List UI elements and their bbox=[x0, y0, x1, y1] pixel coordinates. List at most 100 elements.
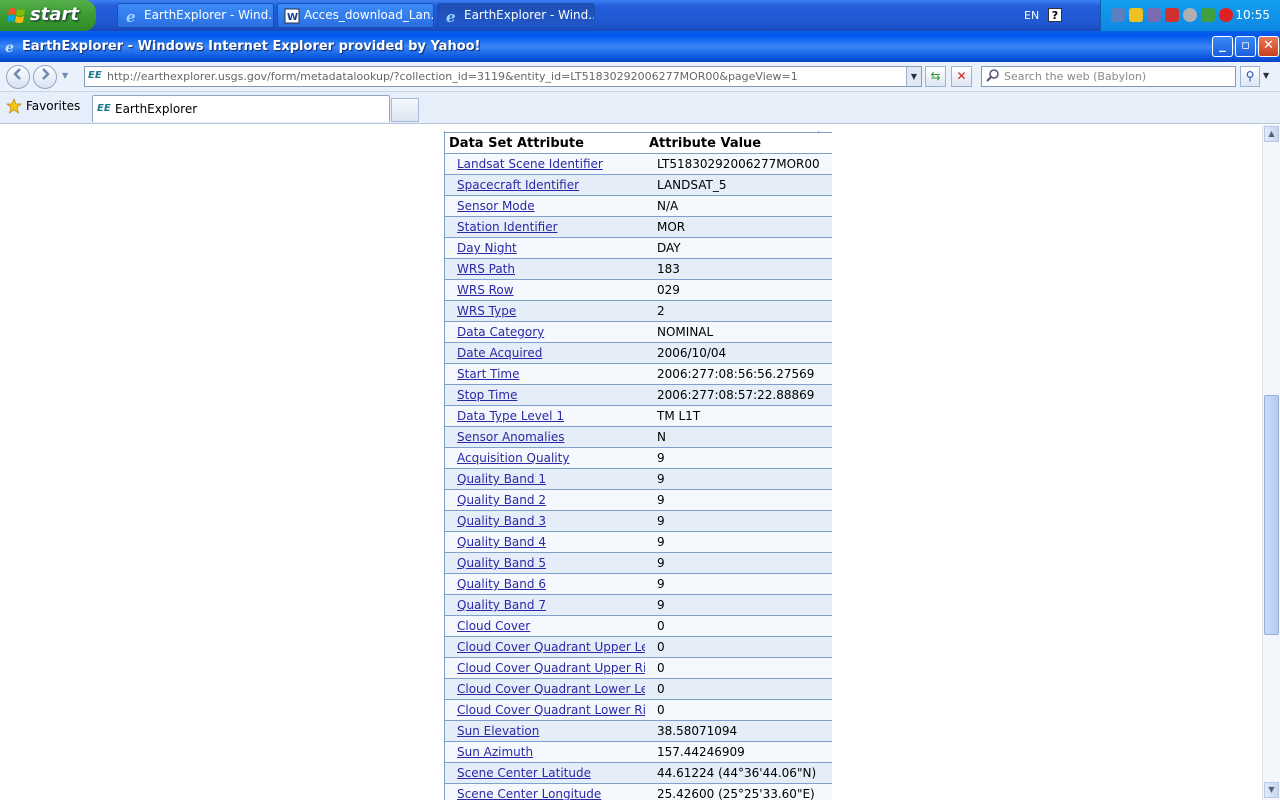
table-row: Quality Band 79 bbox=[445, 594, 832, 616]
task-label: EarthExplorer - Wind... bbox=[464, 8, 595, 22]
start-label: start bbox=[30, 4, 79, 25]
table-row: Data Type Level 1 TM L1T bbox=[445, 405, 832, 427]
ie-icon: e bbox=[126, 8, 136, 24]
search-icon bbox=[986, 69, 999, 82]
task-earthexplorer-1[interactable]: e EarthExplorer - Wind... bbox=[117, 3, 274, 28]
attribute-link[interactable]: Quality Band 1 bbox=[445, 468, 645, 490]
attribute-link[interactable]: Sun Azimuth bbox=[445, 741, 645, 763]
vertical-scrollbar[interactable]: ▲ ▼ bbox=[1262, 125, 1280, 800]
attribute-link[interactable]: Cloud Cover Quadrant Upper Lef bbox=[445, 636, 645, 658]
refresh-button[interactable]: ⇆ bbox=[925, 66, 946, 87]
attribute-value: 2006:277:08:57:22.88869 bbox=[645, 384, 832, 406]
attribute-link[interactable]: Quality Band 6 bbox=[445, 573, 645, 595]
scroll-down-button[interactable]: ▼ bbox=[1264, 782, 1279, 798]
attribute-value: 183 bbox=[645, 258, 832, 280]
desktop: start e EarthExplorer - Wind... W Acces_… bbox=[0, 0, 1280, 800]
attribute-link[interactable]: Acquisition Quality bbox=[445, 447, 645, 469]
attribute-link[interactable]: Sensor Mode bbox=[445, 195, 645, 217]
svg-text:W: W bbox=[287, 12, 298, 23]
attribute-link[interactable]: Cloud Cover Quadrant Upper Rig bbox=[445, 657, 645, 679]
taskbar: start e EarthExplorer - Wind... W Acces_… bbox=[0, 0, 1280, 31]
minimize-button[interactable]: _ bbox=[1212, 36, 1233, 57]
language-indicator[interactable]: EN bbox=[1024, 9, 1039, 22]
attribute-link[interactable]: Quality Band 3 bbox=[445, 510, 645, 532]
attribute-link[interactable]: WRS Row bbox=[445, 279, 645, 301]
table-row: WRS Type 2 bbox=[445, 300, 832, 322]
warning-icon[interactable] bbox=[1129, 8, 1143, 22]
update-icon[interactable] bbox=[1201, 8, 1215, 22]
address-input[interactable]: EE http://earthexplorer.usgs.gov/form/me… bbox=[84, 66, 922, 87]
attribute-value: 0 bbox=[645, 699, 832, 721]
table-row: Scene Center Longitude 25.42600 (25°25'33… bbox=[445, 783, 832, 800]
stop-button[interactable]: ✕ bbox=[951, 66, 972, 87]
attribute-link[interactable]: Landsat Scene Identifier bbox=[445, 153, 645, 175]
attribute-link[interactable]: Day Night bbox=[445, 237, 645, 259]
network-icon[interactable] bbox=[1111, 8, 1125, 22]
audio-icon[interactable] bbox=[1183, 8, 1197, 22]
attribute-link[interactable]: Scene Center Longitude bbox=[445, 783, 645, 800]
table-row: Quality Band 19 bbox=[445, 468, 832, 490]
attribute-link[interactable]: Cloud Cover bbox=[445, 615, 645, 637]
new-tab-button[interactable] bbox=[391, 98, 419, 122]
attribute-link[interactable]: Quality Band 4 bbox=[445, 531, 645, 553]
maximize-button[interactable]: ▫ bbox=[1235, 36, 1256, 57]
table-row: Scene Center Latitude 44.61224 (44°36'44.… bbox=[445, 762, 832, 784]
task-word-document[interactable]: W Acces_download_Lan... bbox=[277, 3, 434, 28]
attribute-link[interactable]: Spacecraft Identifier bbox=[445, 174, 645, 196]
attribute-link[interactable]: Cloud Cover Quadrant Lower Rig bbox=[445, 699, 645, 721]
window-titlebar[interactable]: e EarthExplorer - Windows Internet Explo… bbox=[0, 31, 1280, 62]
network-alert-icon[interactable] bbox=[1147, 8, 1161, 22]
attribute-link[interactable]: Start Time bbox=[445, 363, 645, 385]
attribute-link[interactable]: Stop Time bbox=[445, 384, 645, 406]
window-title: EarthExplorer - Windows Internet Explore… bbox=[22, 39, 481, 54]
attribute-value: TM L1T bbox=[645, 405, 832, 427]
search-go-button[interactable]: ⚲ bbox=[1240, 66, 1260, 87]
word-icon: W bbox=[284, 8, 300, 24]
history-dropdown-icon[interactable]: ▼ bbox=[62, 71, 68, 80]
start-button[interactable]: start bbox=[0, 0, 96, 31]
attribute-link[interactable]: Station Identifier bbox=[445, 216, 645, 238]
ie-icon: e bbox=[446, 8, 456, 24]
attribute-link[interactable]: WRS Path bbox=[445, 258, 645, 280]
scroll-thumb[interactable] bbox=[1264, 395, 1279, 635]
arrow-right-icon bbox=[42, 68, 50, 80]
arrow-left-icon bbox=[13, 68, 21, 80]
task-label: Acces_download_Lan... bbox=[304, 8, 434, 22]
help-icon[interactable]: ? bbox=[1048, 8, 1062, 22]
attribute-link[interactable]: Quality Band 5 bbox=[445, 552, 645, 574]
attribute-value: 2006:277:08:56:56.27569 bbox=[645, 363, 832, 385]
attribute-link[interactable]: Cloud Cover Quadrant Lower Lef bbox=[445, 678, 645, 700]
task-earthexplorer-2[interactable]: e EarthExplorer - Wind... bbox=[437, 3, 595, 28]
attribute-link[interactable]: Sun Elevation bbox=[445, 720, 645, 742]
antivirus-icon[interactable] bbox=[1219, 8, 1233, 22]
header-value: Attribute Value bbox=[645, 132, 832, 154]
table-row: Cloud Cover Quadrant Upper Rig 0 bbox=[445, 657, 832, 679]
favorites-button[interactable]: Favorites bbox=[6, 98, 80, 114]
table-row: Quality Band 49 bbox=[445, 531, 832, 553]
page-content: Data Set Attribute Attribute Value Lands… bbox=[0, 125, 1262, 800]
attribute-link[interactable]: Scene Center Latitude bbox=[445, 762, 645, 784]
attribute-link[interactable]: Sensor Anomalies bbox=[445, 426, 645, 448]
back-button[interactable] bbox=[6, 65, 30, 89]
table-row: Stop Time 2006:277:08:57:22.88869 bbox=[445, 384, 832, 406]
search-options-icon[interactable]: ▼ bbox=[1263, 71, 1269, 80]
attribute-value: 0 bbox=[645, 636, 832, 658]
address-dropdown-icon[interactable]: ▼ bbox=[906, 67, 921, 86]
attribute-link[interactable]: Quality Band 2 bbox=[445, 489, 645, 511]
attribute-link[interactable]: Quality Band 7 bbox=[445, 594, 645, 616]
forward-button[interactable] bbox=[33, 65, 57, 89]
tab-earthexplorer[interactable]: EE EarthExplorer bbox=[92, 95, 390, 122]
attribute-link[interactable]: Data Type Level 1 bbox=[445, 405, 645, 427]
table-row: Station Identifier MOR bbox=[445, 216, 832, 238]
attribute-link[interactable]: Date Acquired bbox=[445, 342, 645, 364]
security-shield-icon[interactable] bbox=[1165, 8, 1179, 22]
attribute-link[interactable]: Data Category bbox=[445, 321, 645, 343]
search-input[interactable]: Search the web (Babylon) bbox=[981, 66, 1236, 87]
table-header-row: Data Set Attribute Attribute Value bbox=[445, 132, 832, 154]
table-row: Cloud Cover 0 bbox=[445, 615, 832, 637]
attribute-link[interactable]: WRS Type bbox=[445, 300, 645, 322]
scroll-up-button[interactable]: ▲ bbox=[1264, 126, 1279, 142]
system-tray: 10:55 bbox=[1100, 0, 1280, 31]
attribute-value: 029 bbox=[645, 279, 832, 301]
close-button[interactable]: ✕ bbox=[1258, 36, 1279, 57]
